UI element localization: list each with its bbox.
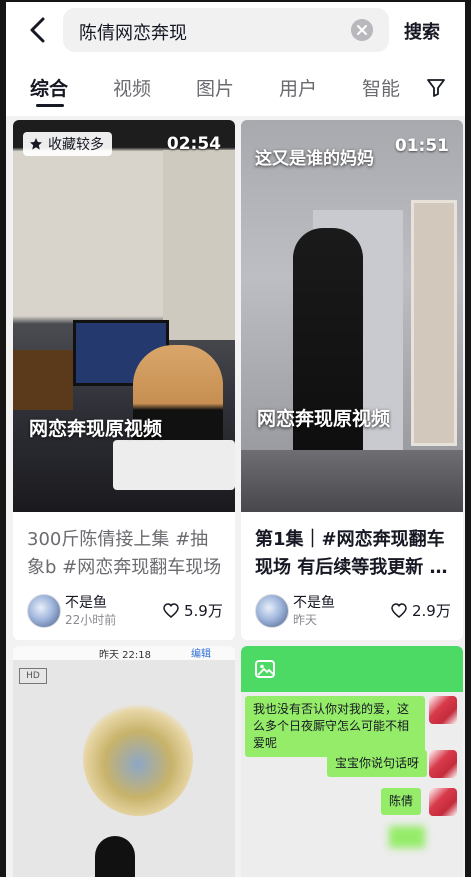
video-thumbnail: 收藏较多 02:54 网恋奔现原视频 [13, 120, 235, 512]
favorite-badge: 收藏较多 [23, 132, 112, 156]
like-count-value: 2.9万 [412, 602, 451, 620]
chat-avatar [429, 788, 457, 816]
star-icon [30, 138, 42, 150]
video-thumbnail: 这又是谁的妈妈 01:51 网恋奔现原视频 [241, 120, 463, 512]
result-card[interactable]: 昨天 22:18 编辑 HD [13, 646, 235, 877]
search-header: 陈倩网恋奔现 搜索 [0, 0, 471, 62]
avatar[interactable] [255, 594, 289, 628]
wall-panel [163, 150, 235, 340]
tab-image[interactable]: 图片 [196, 74, 234, 101]
like-count-value: 5.9万 [184, 602, 223, 620]
tab-user[interactable]: 用户 [279, 74, 317, 101]
floor [241, 450, 463, 512]
result-card[interactable]: 我也没有否认你对我的爱，这么多个日夜厮守怎么可能不相爱呢 宝宝你说句话呀 陈倩 [241, 646, 463, 877]
image-header [241, 646, 463, 692]
heart-icon [163, 603, 179, 618]
thumbnail-edit-label: 编辑 [191, 649, 211, 660]
hd-tag: HD [19, 668, 47, 684]
thumbnail-top-strip: 昨天 22:18 编辑 [13, 646, 235, 661]
tab-smart[interactable]: 智能 [362, 74, 400, 101]
badge-label: 收藏较多 [48, 137, 104, 153]
video-overlay-text: 网恋奔现原视频 [257, 408, 391, 430]
blurred-bubble [389, 826, 425, 848]
card-meta: 不是鱼 昨天 2.9万 [255, 594, 455, 630]
heart-icon [391, 603, 407, 618]
avatar[interactable] [27, 594, 61, 628]
card-meta: 不是鱼 22小时前 5.9万 [27, 594, 227, 630]
search-input[interactable]: 陈倩网恋奔现 [63, 8, 389, 52]
like-count[interactable]: 2.9万 [391, 600, 451, 621]
thumbnail-timestamp: 昨天 22:18 [99, 650, 151, 661]
result-card[interactable]: 收藏较多 02:54 网恋奔现原视频 300斤陈倩接上集 #抽象b #网恋奔现翻… [13, 120, 235, 640]
tab-video[interactable]: 视频 [113, 74, 151, 101]
video-overlay-text: 网恋奔现原视频 [29, 418, 163, 440]
result-type-tabs: 综合 视频 图片 用户 智能 [0, 62, 471, 116]
person-head [95, 836, 135, 877]
author-name[interactable]: 不是鱼 [293, 592, 335, 612]
video-caption-text: 这又是谁的妈妈 [255, 149, 374, 169]
video-thumbnail: 昨天 22:18 编辑 HD [13, 646, 235, 877]
chat-bubble: 宝宝你说句话呀 [327, 750, 428, 777]
author-name[interactable]: 不是鱼 [65, 592, 107, 612]
chat-bubble: 我也没有否认你对我的爱，这么多个日夜厮守怎么可能不相爱呢 [245, 696, 425, 757]
tab-general[interactable]: 综合 [30, 74, 68, 101]
chat-avatar [429, 696, 457, 724]
result-card[interactable]: 这又是谁的妈妈 01:51 网恋奔现原视频 第1集｜#网恋奔现翻车现场 有后续等… [241, 120, 463, 640]
post-time: 22小时前 [65, 613, 117, 627]
emblem-image [83, 701, 193, 816]
chair [113, 440, 235, 490]
like-count[interactable]: 5.9万 [163, 600, 223, 621]
side-door [411, 200, 457, 446]
card-title[interactable]: 第1集｜#网恋奔现翻车现场 有后续等我更新 … [255, 526, 453, 582]
clear-icon[interactable] [351, 19, 373, 41]
chat-avatar [429, 750, 457, 778]
video-duration: 01:51 [394, 136, 449, 156]
search-query-text: 陈倩网恋奔现 [79, 23, 187, 44]
image-icon [255, 660, 275, 678]
chat-bubble: 陈倩 [381, 788, 422, 815]
desk-items [13, 350, 73, 410]
search-button[interactable]: 搜索 [404, 18, 440, 44]
filter-icon[interactable] [425, 76, 447, 98]
card-title[interactable]: 300斤陈倩接上集 #抽象b #网恋奔现翻车现场 [27, 526, 223, 582]
video-duration: 02:54 [166, 134, 221, 154]
post-time: 昨天 [293, 613, 318, 627]
back-arrow-icon[interactable] [24, 14, 52, 46]
active-tab-indicator [36, 104, 64, 107]
